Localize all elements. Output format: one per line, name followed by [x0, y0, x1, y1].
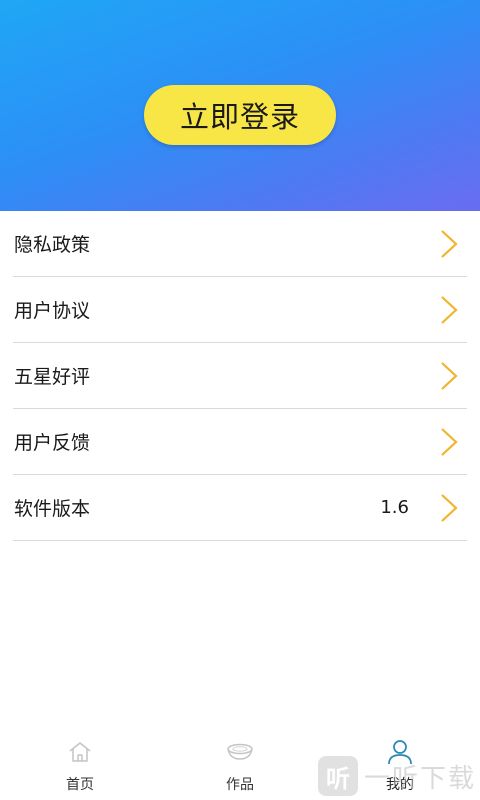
menu-item-five-star-review[interactable]: 五星好评 — [13, 343, 467, 409]
menu-item-label: 用户反馈 — [14, 432, 91, 454]
menu-item-label: 用户协议 — [14, 300, 91, 322]
menu-item-label: 软件版本 — [14, 498, 91, 520]
chevron-right-icon — [441, 361, 458, 390]
menu-item-user-feedback[interactable]: 用户反馈 — [13, 409, 467, 475]
tab-home[interactable]: 首页 — [0, 720, 160, 800]
menu-item-user-agreement[interactable]: 用户协议 — [13, 277, 467, 343]
chevron-right-icon — [441, 427, 458, 456]
menu-item-label: 五星好评 — [14, 366, 91, 388]
chevron-right-icon — [441, 295, 458, 324]
menu-item-privacy-policy[interactable]: 隐私政策 — [13, 211, 467, 277]
chevron-right-icon — [441, 229, 458, 258]
tab-label: 作品 — [226, 777, 254, 793]
bowl-icon — [227, 743, 253, 760]
watermark-badge: 听 — [317, 756, 358, 796]
menu-item-software-version[interactable]: 软件版本 1.6 — [13, 475, 467, 541]
tab-label: 首页 — [66, 777, 94, 793]
home-icon — [69, 742, 91, 762]
watermark: 听 一听下载 — [317, 754, 476, 798]
watermark-text: 一听下载 — [363, 763, 476, 794]
tab-works[interactable]: 作品 — [160, 720, 320, 800]
version-value: 1.6 — [380, 497, 409, 518]
chevron-right-icon — [441, 493, 458, 522]
login-button[interactable]: 立即登录 — [144, 85, 336, 145]
menu-item-label: 隐私政策 — [14, 234, 91, 256]
settings-menu: 隐私政策 用户协议 五星好评 用户反馈 软件版本 1.6 — [0, 211, 480, 541]
header-banner: 立即登录 — [0, 0, 480, 211]
